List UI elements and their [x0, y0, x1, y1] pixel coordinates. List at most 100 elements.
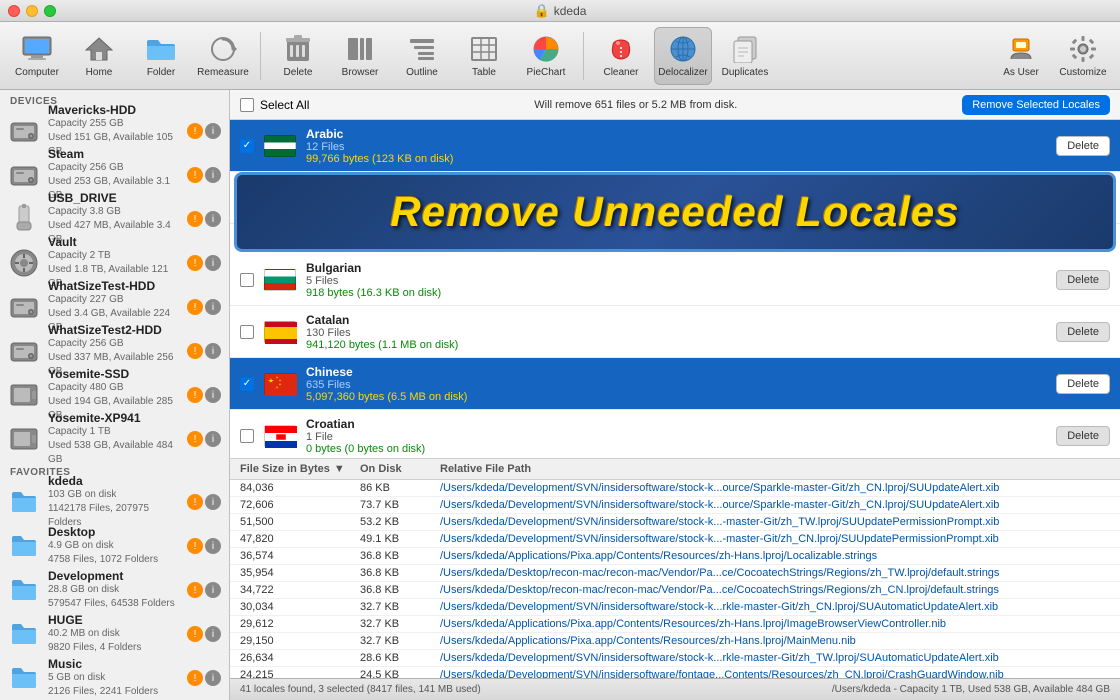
- file-list-body: 84,036 86 KB /Users/kdeda/Development/SV…: [230, 480, 1120, 678]
- maximize-button[interactable]: [44, 5, 56, 17]
- yosemite-xp941-info-btn[interactable]: i: [205, 431, 221, 447]
- toolbar-folder[interactable]: Folder: [132, 27, 190, 85]
- vault-alert-btn[interactable]: !: [187, 255, 203, 271]
- file-row: 84,036 86 KB /Users/kdeda/Development/SV…: [230, 480, 1120, 497]
- usb-icon: [8, 203, 40, 235]
- chinese-flag: [264, 373, 296, 395]
- desktop-info-btn[interactable]: i: [205, 538, 221, 554]
- toolbar-asuser-label: As User: [1003, 67, 1039, 78]
- music-alert-btn[interactable]: !: [187, 670, 203, 686]
- kdeda-info: kdeda 103 GB on disk1142178 Files, 20797…: [48, 474, 179, 530]
- chinese-delete-btn[interactable]: Delete: [1056, 374, 1110, 394]
- toolbar-delocalizer[interactable]: Delocalizer: [654, 27, 712, 85]
- header-size[interactable]: File Size in Bytes ▼: [240, 463, 360, 475]
- locale-item-chinese[interactable]: ✓ Chinese 635 Files 5,097,360 bytes (6.5…: [230, 358, 1120, 410]
- toolbar-asuser[interactable]: As User: [992, 27, 1050, 85]
- steam-alert-btn[interactable]: !: [187, 167, 203, 183]
- usb-alert-btn[interactable]: !: [187, 211, 203, 227]
- toolbar-outline[interactable]: Outline: [393, 27, 451, 85]
- toolbar-duplicates-label: Duplicates: [722, 67, 769, 78]
- croatian-delete-btn[interactable]: Delete: [1056, 426, 1110, 446]
- yosemite-ssd-info-btn[interactable]: i: [205, 387, 221, 403]
- vault-info-btn[interactable]: i: [205, 255, 221, 271]
- sidebar-item-yosemite-xp941[interactable]: Yosemite-XP941 Capacity 1 TBUsed 538 GB,…: [0, 417, 229, 461]
- locale-item-arabic[interactable]: ✓ Arabic 12 Files 99,766 bytes (123 KB o…: [230, 120, 1120, 172]
- banner-text: Remove Unneeded Locales: [390, 188, 959, 236]
- development-alert-btn[interactable]: !: [187, 582, 203, 598]
- sidebar-item-kdeda[interactable]: kdeda 103 GB on disk1142178 Files, 20797…: [0, 480, 229, 524]
- toolbar-remeasure[interactable]: Remeasure: [194, 27, 252, 85]
- toolbar-delete-label: Delete: [284, 67, 313, 78]
- remove-selected-button[interactable]: Remove Selected Locales: [962, 95, 1110, 115]
- bulgarian-checkbox[interactable]: [240, 273, 254, 287]
- toolbar-computer[interactable]: Computer: [8, 27, 66, 85]
- sidebar-item-music[interactable]: Music 5 GB on disk2126 Files, 2241 Folde…: [0, 656, 229, 700]
- toolbar-customize[interactable]: Customize: [1054, 27, 1112, 85]
- sidebar-item-desktop[interactable]: Desktop 4.9 GB on disk4758 Files, 1072 F…: [0, 524, 229, 568]
- yosemite-xp941-alert-btn[interactable]: !: [187, 431, 203, 447]
- file-row: 34,722 36.8 KB /Users/kdeda/Desktop/reco…: [230, 582, 1120, 599]
- arabic-delete-btn[interactable]: Delete: [1056, 136, 1110, 156]
- toolbar-piechart[interactable]: PieChart: [517, 27, 575, 85]
- chinese-checkbox[interactable]: ✓: [240, 377, 254, 391]
- catalan-info: Catalan 130 Files 941,120 bytes (1.1 MB …: [306, 313, 1056, 351]
- file-row: 35,954 36.8 KB /Users/kdeda/Desktop/reco…: [230, 565, 1120, 582]
- sidebar-item-huge[interactable]: HUGE 40.2 MB on disk9820 Files, 4 Folder…: [0, 612, 229, 656]
- bulgarian-delete-btn[interactable]: Delete: [1056, 270, 1110, 290]
- locales-list: ✓ Arabic 12 Files 99,766 bytes (123 KB o…: [230, 120, 1120, 458]
- kdeda-info-btn[interactable]: i: [205, 494, 221, 510]
- music-info-btn[interactable]: i: [205, 670, 221, 686]
- toolbar-piechart-label: PieChart: [527, 67, 566, 78]
- mavericks-info-btn[interactable]: i: [205, 123, 221, 139]
- yosemite-xp941-actions: ! i: [187, 431, 221, 447]
- select-all-checkbox[interactable]: [240, 98, 254, 112]
- whatsizetest-info-btn[interactable]: i: [205, 299, 221, 315]
- kdeda-alert-btn[interactable]: !: [187, 494, 203, 510]
- steam-info-btn[interactable]: i: [205, 167, 221, 183]
- duplicates-icon: [729, 33, 761, 65]
- catalan-checkbox[interactable]: [240, 325, 254, 339]
- toolbar-home[interactable]: Home: [70, 27, 128, 85]
- whatsizetest2-alert-btn[interactable]: !: [187, 343, 203, 359]
- minimize-button[interactable]: [26, 5, 38, 17]
- usb-info-btn[interactable]: i: [205, 211, 221, 227]
- arabic-flag: [264, 135, 296, 157]
- yosemite-ssd-alert-btn[interactable]: !: [187, 387, 203, 403]
- locale-item-bulgarian[interactable]: Bulgarian 5 Files 918 bytes (16.3 KB on …: [230, 254, 1120, 306]
- toolbar-table[interactable]: Table: [455, 27, 513, 85]
- desktop-alert-btn[interactable]: !: [187, 538, 203, 554]
- locale-item-croatian[interactable]: Croatian 1 File 0 bytes (0 bytes on disk…: [230, 410, 1120, 458]
- toolbar-duplicates[interactable]: Duplicates: [716, 27, 774, 85]
- whatsizetest2-info-btn[interactable]: i: [205, 343, 221, 359]
- yosemite-xp941-icon: [8, 423, 40, 455]
- huge-info-btn[interactable]: i: [205, 626, 221, 642]
- toolbar-delete[interactable]: Delete: [269, 27, 327, 85]
- huge-alert-btn[interactable]: !: [187, 626, 203, 642]
- select-all-label: Select All: [260, 98, 309, 112]
- file-row: 47,820 49.1 KB /Users/kdeda/Development/…: [230, 531, 1120, 548]
- development-info-btn[interactable]: i: [205, 582, 221, 598]
- file-row: 29,150 32.7 KB /Users/kdeda/Applications…: [230, 633, 1120, 650]
- catalan-delete-btn[interactable]: Delete: [1056, 322, 1110, 342]
- close-button[interactable]: [8, 5, 20, 17]
- piechart-icon: [530, 33, 562, 65]
- arabic-checkbox[interactable]: ✓: [240, 139, 254, 153]
- file-row: 24,215 24.5 KB /Users/kdeda/Development/…: [230, 667, 1120, 678]
- sidebar-item-development[interactable]: Development 28.8 GB on disk579547 Files,…: [0, 568, 229, 612]
- steam-actions: ! i: [187, 167, 221, 183]
- file-row: 72,606 73.7 KB /Users/kdeda/Development/…: [230, 497, 1120, 514]
- home-icon: [83, 33, 115, 65]
- remeasure-icon: [207, 33, 239, 65]
- header-ondisk: On Disk: [360, 463, 440, 475]
- locale-item-catalan[interactable]: Catalan 130 Files 941,120 bytes (1.1 MB …: [230, 306, 1120, 358]
- banner-overlay: Remove Unneeded Locales: [234, 172, 1116, 252]
- croatian-checkbox[interactable]: [240, 429, 254, 443]
- outline-icon: [406, 33, 438, 65]
- mavericks-alert-btn[interactable]: !: [187, 123, 203, 139]
- usb-actions: ! i: [187, 211, 221, 227]
- window-title: 🔒 kdeda: [534, 3, 587, 19]
- status-bar: 41 locales found, 3 selected (8417 files…: [230, 678, 1120, 700]
- toolbar-cleaner[interactable]: Cleaner: [592, 27, 650, 85]
- toolbar-browser[interactable]: Browser: [331, 27, 389, 85]
- whatsizetest-alert-btn[interactable]: !: [187, 299, 203, 315]
